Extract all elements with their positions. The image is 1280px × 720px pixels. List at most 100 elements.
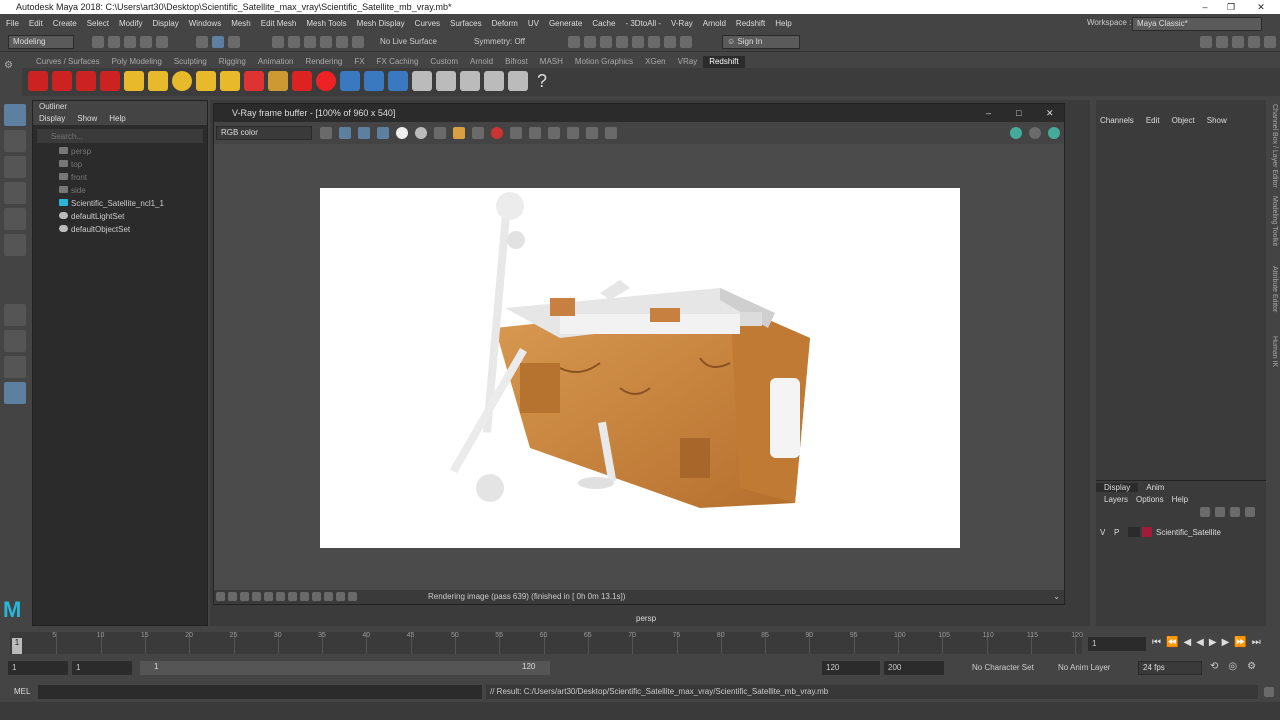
rs-material-icon[interactable] [244, 71, 264, 91]
rs-pr-icon[interactable] [340, 71, 360, 91]
menu-windows[interactable]: Windows [189, 19, 221, 28]
fps-dropdown[interactable]: 24 fps [1138, 661, 1202, 675]
channel-box-menu-object[interactable]: Object [1172, 116, 1195, 125]
vfb-settings-icon[interactable] [288, 592, 297, 601]
loop-icon[interactable]: ⟲ [1210, 661, 1218, 672]
vfb-display-icon[interactable] [228, 592, 237, 601]
snap-view-icon[interactable] [320, 36, 332, 48]
rs-light-icon[interactable] [148, 71, 168, 91]
snap-point-icon[interactable] [304, 36, 316, 48]
outliner-layout-icon[interactable] [4, 382, 26, 404]
layer-tab-anim[interactable]: Anim [1138, 483, 1172, 492]
snap-grid-icon[interactable] [272, 36, 284, 48]
menu-curves[interactable]: Curves [415, 19, 440, 28]
outliner-item[interactable]: defaultLightSet [33, 210, 207, 223]
outliner-menu-help[interactable]: Help [109, 113, 125, 125]
vfb-ipr-icon[interactable] [548, 127, 560, 139]
playback-end-field[interactable]: 120 [822, 661, 880, 675]
vfb-teapot-icon[interactable] [605, 127, 617, 139]
menu-mesh[interactable]: Mesh [231, 19, 251, 28]
step-forward-icon[interactable]: ▶︎ [1222, 637, 1230, 648]
go-to-end-icon[interactable]: ⏭ [1252, 637, 1261, 648]
select-tool-icon[interactable] [4, 104, 26, 126]
rs-log-icon[interactable] [508, 71, 528, 91]
vfb-white-balance-icon[interactable] [252, 592, 261, 601]
channel-box-menu-channels[interactable]: Channels [1100, 116, 1134, 125]
modeling-toolkit-icon[interactable] [1200, 36, 1212, 48]
layer-color-swatch[interactable] [1142, 527, 1152, 537]
menu-surfaces[interactable]: Surfaces [450, 19, 482, 28]
rs-ies-icon[interactable] [268, 71, 288, 91]
close-button[interactable]: ✕ [1248, 0, 1274, 14]
layer-row[interactable]: V P Scientific_Satellite [1100, 525, 1260, 539]
shelf-tab-fx[interactable]: FX [348, 56, 370, 68]
shelf-tab-vray[interactable]: VRay [672, 56, 704, 68]
vfb-history-icon[interactable] [320, 127, 332, 139]
rs-spot-light-icon[interactable] [172, 71, 192, 91]
vfb-clear-icon[interactable] [472, 127, 484, 139]
side-tab-modeling-toolkit[interactable]: Modeling Toolkit [1271, 196, 1278, 246]
rs-render-view-icon[interactable] [28, 71, 48, 91]
menu-generate[interactable]: Generate [549, 19, 582, 28]
menu-create[interactable]: Create [53, 19, 77, 28]
outliner-item[interactable]: Scientific_Satellite_ncl1_1 [33, 197, 207, 210]
workspace-dropdown[interactable]: Maya Classic* [1132, 17, 1262, 31]
undo-icon[interactable] [140, 36, 152, 48]
vfb-render-interactive-icon[interactable] [1029, 127, 1041, 139]
vfb-stop-icon[interactable] [491, 127, 503, 139]
menu-set-dropdown[interactable]: Modeling [8, 35, 74, 49]
vfb-green-channel-icon[interactable] [358, 127, 370, 139]
shelf-tab-fx-caching[interactable]: FX Caching [371, 56, 425, 68]
preferences-icon[interactable]: ⚙ [1247, 661, 1256, 672]
tool-settings-icon[interactable] [1232, 36, 1244, 48]
rs-sun-icon[interactable] [220, 71, 240, 91]
render-frame-icon[interactable] [568, 36, 580, 48]
snapshot-icon[interactable] [664, 36, 676, 48]
auto-key-icon[interactable]: ◎ [1228, 661, 1237, 672]
render-settings-icon[interactable] [600, 36, 612, 48]
menu-file[interactable]: File [6, 19, 19, 28]
layer-menu-help[interactable]: Help [1172, 495, 1188, 504]
menu-arnold[interactable]: Arnold [703, 19, 726, 28]
rs-sphere-icon[interactable] [316, 71, 336, 91]
step-back-key-icon[interactable]: ⏪ [1166, 637, 1178, 648]
menu-edit[interactable]: Edit [29, 19, 43, 28]
pause-icon[interactable] [680, 36, 692, 48]
new-scene-icon[interactable] [92, 36, 104, 48]
command-language-label[interactable]: MEL [14, 687, 30, 696]
vfb-blue-channel-icon[interactable] [377, 127, 389, 139]
rs-pr2-icon[interactable] [364, 71, 384, 91]
outliner-item[interactable]: persp [33, 145, 207, 158]
layer-move-up-icon[interactable] [1200, 507, 1210, 517]
playback-start-field[interactable]: 1 [72, 661, 132, 675]
vfb-maximize-button[interactable]: □ [1016, 104, 1021, 122]
rs-aov-icon[interactable] [460, 71, 480, 91]
vfb-lens-effects-icon[interactable] [336, 592, 345, 601]
shelf-tab-xgen[interactable]: XGen [639, 56, 671, 68]
menu-deform[interactable]: Deform [492, 19, 518, 28]
single-pane-layout-icon[interactable] [4, 304, 26, 326]
shelf-tab-arnold[interactable]: Arnold [464, 56, 499, 68]
vfb-region-icon[interactable] [510, 127, 522, 139]
character-set-dropdown[interactable]: No Character Set [972, 663, 1034, 672]
step-back-icon[interactable]: ◀︎ [1183, 637, 1191, 648]
outliner-item[interactable]: top [33, 158, 207, 171]
rs-pr3-icon[interactable] [388, 71, 408, 91]
menu-edit-mesh[interactable]: Edit Mesh [261, 19, 297, 28]
menu-mesh-display[interactable]: Mesh Display [357, 19, 405, 28]
shelf-tab-motion-graphics[interactable]: Motion Graphics [569, 56, 639, 68]
vfb-red-channel-icon[interactable] [339, 127, 351, 139]
current-frame-field[interactable]: 1 [1088, 637, 1146, 651]
current-time-indicator[interactable]: 1 [12, 638, 22, 654]
snap-magnet-icon[interactable] [352, 36, 364, 48]
menu-display[interactable]: Display [153, 19, 179, 28]
vfb-exposure-icon[interactable] [240, 592, 249, 601]
channel-box-menu-edit[interactable]: Edit [1146, 116, 1160, 125]
script-editor-icon[interactable] [1264, 687, 1274, 697]
outliner-menu-show[interactable]: Show [77, 113, 97, 125]
layer-tab-display[interactable]: Display [1096, 483, 1139, 492]
shelf-tab-sculpting[interactable]: Sculpting [168, 56, 213, 68]
play-forward-icon[interactable]: ▶ [1209, 637, 1217, 648]
move-tool-icon[interactable] [4, 182, 26, 204]
vfb-color-corrections-icon[interactable] [216, 592, 225, 601]
